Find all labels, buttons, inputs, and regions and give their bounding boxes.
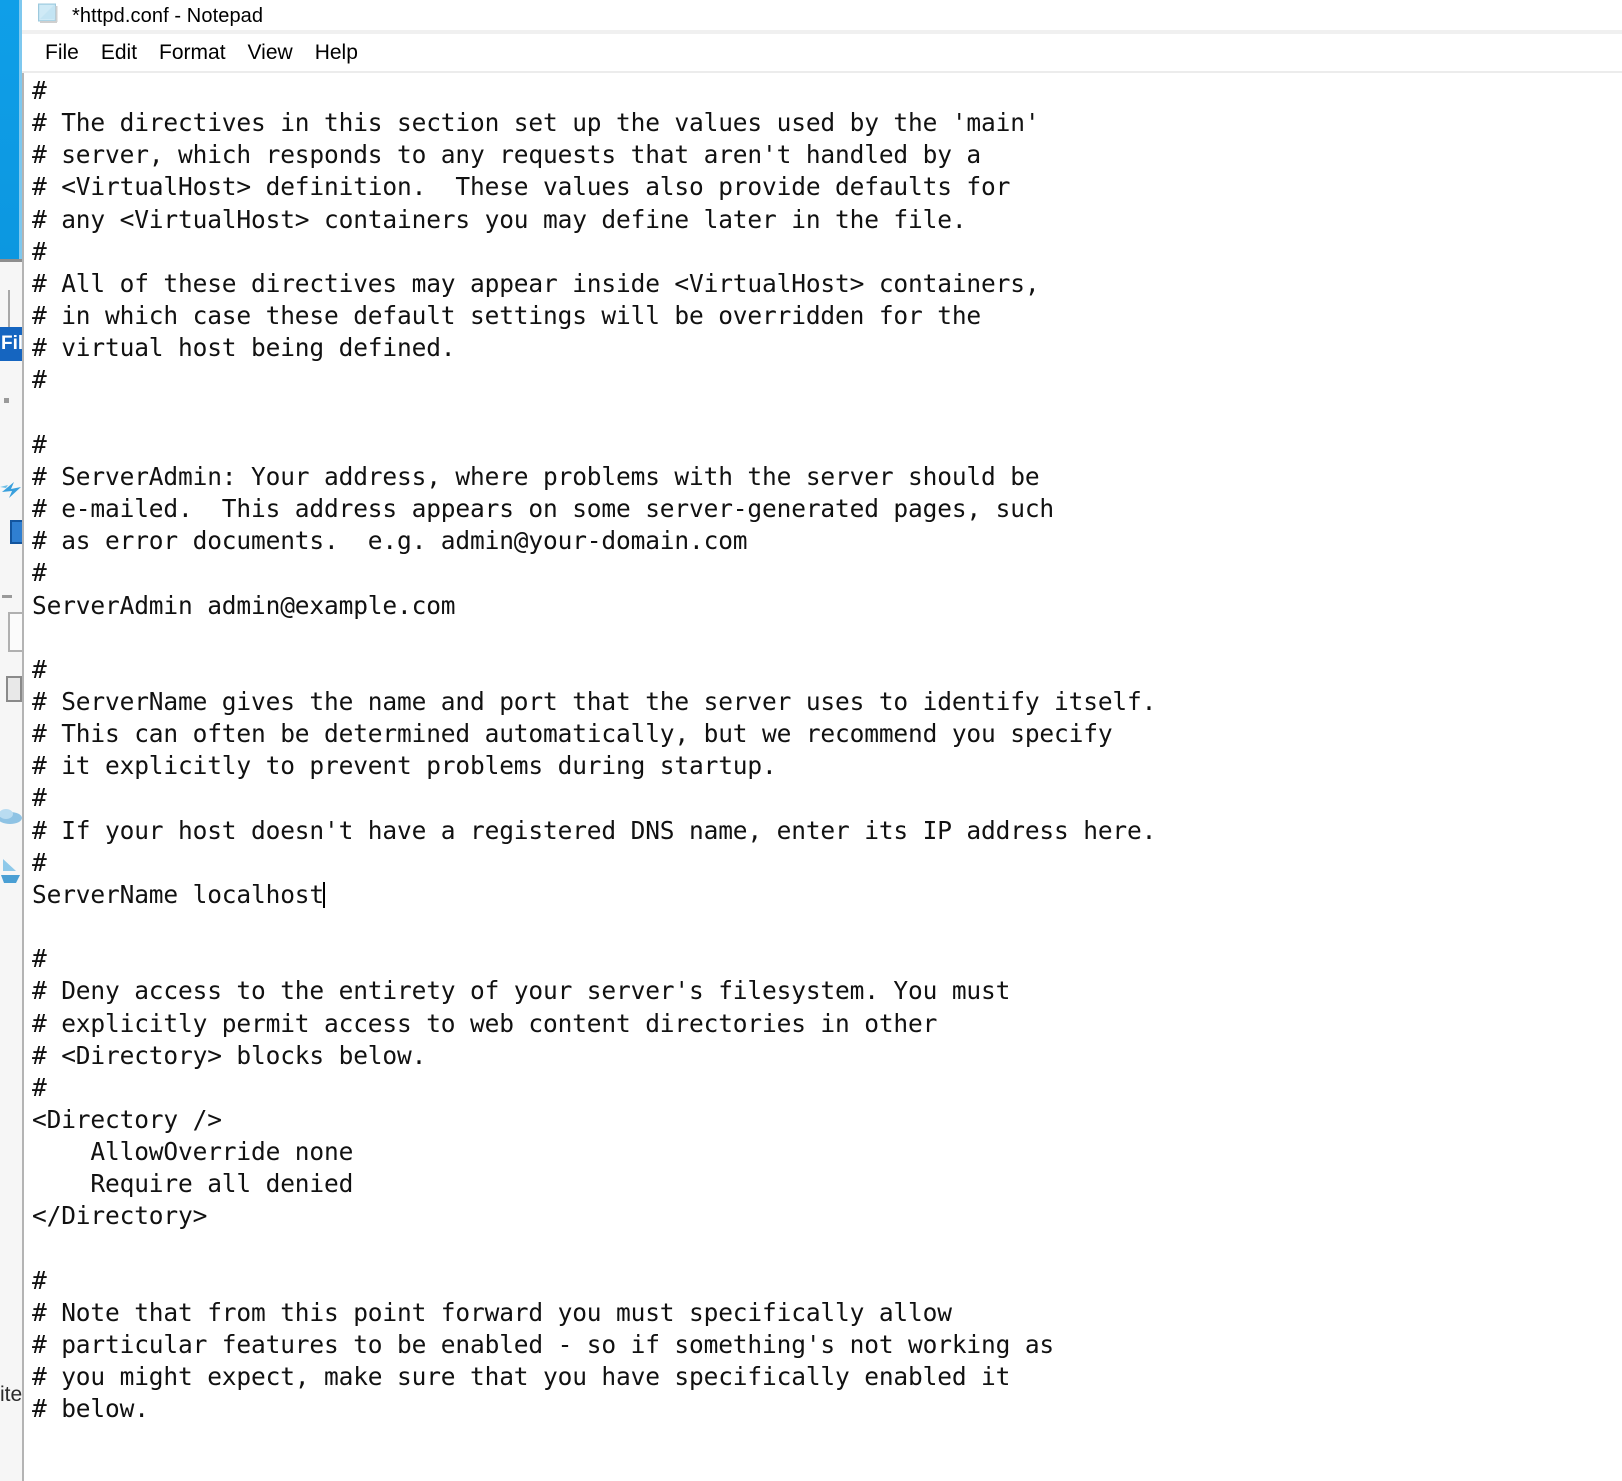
background-star-icon	[0, 476, 22, 504]
background-bottom-label: ite	[0, 1383, 22, 1406]
editor-line: #	[32, 429, 47, 459]
editor-line: # ServerName gives the name and port tha…	[32, 686, 1157, 716]
menu-edit[interactable]: Edit	[90, 38, 148, 69]
titlebar[interactable]: *httpd.conf - Notepad	[22, 0, 1622, 30]
editor-line: # it explicitly to prevent problems duri…	[32, 751, 777, 781]
editor-line: # The directives in this section set up …	[32, 108, 1040, 138]
editor-line: #	[32, 944, 47, 974]
editor-content[interactable]: # # The directives in this section set u…	[32, 75, 1612, 1426]
notepad-document-icon	[36, 2, 62, 28]
editor-line: # explicitly permit access to web conten…	[32, 1008, 938, 1038]
editor-line: # as error documents. e.g. admin@your-do…	[32, 526, 748, 556]
editor-line: # Note that from this point forward you …	[32, 1297, 952, 1327]
background-dash-mark	[2, 595, 12, 598]
editor-line: AllowOverride none	[32, 1137, 354, 1167]
editor-line: </Directory>	[32, 1201, 208, 1231]
background-boat-icon	[0, 855, 22, 887]
editor-line: ServerAdmin admin@example.com	[32, 590, 456, 620]
editor-line: # This can often be determined automatic…	[32, 719, 1113, 749]
editor-line: #	[32, 847, 47, 877]
background-cloud-icon	[0, 800, 22, 830]
editor-line: Require all denied	[32, 1169, 354, 1199]
background-accent-bar	[0, 0, 20, 259]
editor-line: <Directory />	[32, 1105, 222, 1134]
background-window-sliver[interactable]: File ite	[0, 0, 22, 1481]
editor-line: # in which case these default settings w…	[32, 301, 982, 331]
editor-line: #	[32, 1072, 47, 1102]
menu-view[interactable]: View	[237, 38, 304, 69]
editor-line: #	[32, 1265, 47, 1295]
editor-line: # any <VirtualHost> containers you may d…	[32, 204, 967, 234]
text-editor-area[interactable]: # # The directives in this section set u…	[22, 73, 1622, 1481]
menubar: File Edit Format View Help	[22, 34, 1622, 72]
editor-line: # particular features to be enabled - so…	[32, 1330, 1055, 1360]
menu-help[interactable]: Help	[304, 38, 369, 69]
screen-root: File ite	[0, 0, 1622, 1481]
text-caret	[323, 881, 326, 908]
background-bullet-dot	[4, 398, 9, 403]
editor-line: #	[32, 236, 47, 266]
background-blue-square-icon	[10, 520, 22, 544]
background-file-menu-chip[interactable]: File	[0, 327, 22, 361]
editor-line: # virtual host being defined.	[32, 333, 456, 363]
editor-line: # below.	[32, 1394, 149, 1424]
editor-line: ServerName localhost	[32, 879, 325, 909]
editor-line: #	[32, 558, 47, 588]
window-title: *httpd.conf - Notepad	[72, 4, 264, 27]
editor-line: # If your host doesn't have a registered…	[32, 815, 1157, 845]
editor-line: # server, which responds to any requests…	[32, 140, 982, 170]
editor-line: #	[32, 365, 47, 395]
notepad-window: *httpd.conf - Notepad File Edit Format V…	[22, 0, 1622, 1481]
editor-line: # Deny access to the entirety of your se…	[32, 976, 1011, 1006]
editor-line: #	[32, 76, 47, 105]
editor-line: # ServerAdmin: Your address, where probl…	[32, 461, 1040, 491]
editor-line: # <Directory> blocks below.	[32, 1040, 427, 1070]
editor-line: # <VirtualHost> definition. These values…	[32, 172, 1011, 202]
background-outline-box	[8, 612, 22, 652]
editor-line: #	[32, 654, 47, 684]
editor-line: # e-mailed. This address appears on some…	[32, 494, 1055, 524]
editor-line: # you might expect, make sure that you h…	[32, 1362, 1011, 1392]
editor-line: #	[32, 783, 47, 813]
background-small-box	[6, 676, 22, 702]
menu-file[interactable]: File	[34, 38, 90, 69]
menu-format[interactable]: Format	[148, 38, 237, 69]
editor-line: # All of these directives may appear ins…	[32, 268, 1040, 298]
